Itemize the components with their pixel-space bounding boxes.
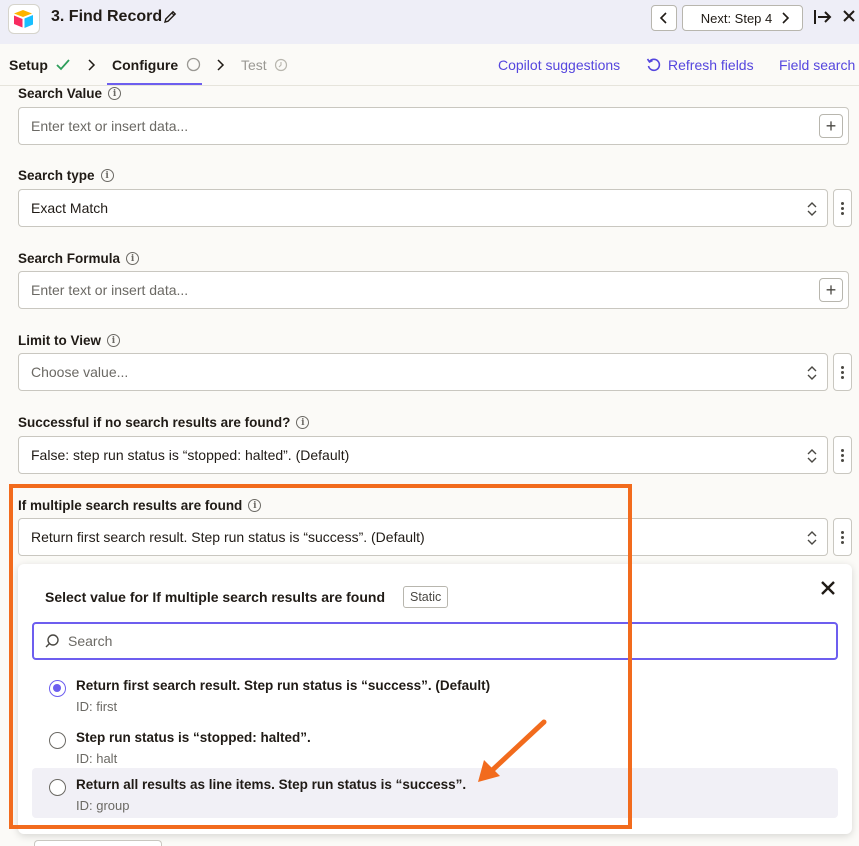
search-icon [45, 634, 59, 648]
search-value-label: Search Value i [18, 86, 122, 101]
insert-data-button[interactable]: + [819, 114, 843, 138]
search-value-placeholder: Enter text or insert data... [31, 118, 189, 134]
previous-step-button[interactable] [651, 5, 677, 31]
successful-if-none-label-text: Successful if no search results are foun… [18, 415, 291, 430]
tab-test-label: Test [241, 57, 267, 73]
option-halt[interactable]: Step run status is “stopped: halted”. ID… [32, 722, 838, 772]
collapse-panel-icon[interactable] [813, 8, 833, 26]
info-icon[interactable]: i [296, 416, 310, 429]
select-arrows-icon [807, 366, 817, 380]
select-arrows-icon [807, 202, 817, 216]
successful-if-none-label: Successful if no search results are foun… [18, 415, 310, 430]
multiple-results-label-text: If multiple search results are found [18, 498, 243, 513]
close-icon[interactable] [820, 580, 836, 596]
step-title: 3. Find Record [51, 8, 163, 25]
search-type-select[interactable]: Exact Match [18, 189, 828, 227]
dropdown-title: Select value for If multiple search resu… [45, 589, 385, 605]
tab-configure[interactable]: Configure [112, 57, 201, 73]
search-formula-label-text: Search Formula [18, 251, 121, 266]
insert-data-button[interactable]: + [819, 278, 843, 302]
search-placeholder: Search [68, 633, 113, 649]
info-icon[interactable]: i [100, 169, 114, 182]
tab-setup-label: Setup [9, 57, 48, 73]
option-id: ID: halt [76, 751, 118, 766]
limit-to-view-label-text: Limit to View [18, 333, 102, 348]
successful-if-none-value: False: step run status is “stopped: halt… [31, 447, 350, 463]
info-icon[interactable]: i [107, 334, 121, 347]
info-icon[interactable]: i [108, 87, 122, 100]
option-label: Return all results as line items. Step r… [76, 777, 467, 792]
clock-icon [274, 58, 287, 72]
more-options-button[interactable] [833, 189, 852, 227]
radio-button[interactable] [49, 779, 66, 796]
search-type-label: Search type i [18, 168, 114, 183]
pencil-icon[interactable] [162, 9, 178, 25]
tab-setup[interactable]: Setup [9, 57, 70, 73]
next-step-button[interactable]: Next: Step 4 [682, 5, 803, 31]
more-options-button[interactable] [833, 436, 852, 474]
chevron-right-icon [88, 59, 96, 71]
step-header: 3. Find Record Next: Step 4 [0, 0, 859, 44]
step-tabs: Setup Configure Test Copilot suggestions… [0, 44, 859, 86]
option-first[interactable]: Return first search result. Step run sta… [32, 670, 838, 720]
copilot-suggestions-link[interactable]: Copilot suggestions [498, 57, 620, 73]
tab-configure-label: Configure [112, 57, 179, 73]
tab-test[interactable]: Test [241, 57, 288, 73]
search-formula-input[interactable]: Enter text or insert data... + [18, 271, 849, 309]
check-icon [56, 59, 70, 71]
dropdown-search-input[interactable]: Search [32, 622, 838, 660]
radio-button[interactable] [49, 732, 66, 749]
value-select-dropdown: Select value for If multiple search resu… [18, 564, 852, 834]
multiple-results-select[interactable]: Return first search result. Step run sta… [18, 518, 828, 556]
more-options-button[interactable] [833, 518, 852, 556]
footer-button-edge [34, 840, 162, 846]
next-step-label: Next: Step 4 [700, 10, 773, 26]
more-options-button[interactable] [833, 353, 852, 391]
chevron-right-icon [217, 59, 225, 71]
search-type-value: Exact Match [31, 200, 109, 216]
select-arrows-icon [807, 531, 817, 545]
refresh-fields-link[interactable]: Refresh fields [668, 57, 754, 73]
search-type-label-text: Search type [18, 168, 95, 183]
option-label: Step run status is “stopped: halted”. [76, 730, 311, 745]
option-group[interactable]: Return all results as line items. Step r… [32, 768, 838, 818]
radio-button[interactable] [49, 680, 66, 697]
search-formula-placeholder: Enter text or insert data... [31, 282, 189, 298]
limit-to-view-label: Limit to View i [18, 333, 121, 348]
refresh-icon[interactable] [646, 57, 662, 73]
limit-to-view-select[interactable]: Choose value... [18, 353, 828, 391]
active-tab-indicator [107, 83, 202, 85]
limit-to-view-placeholder: Choose value... [31, 364, 129, 380]
info-icon[interactable]: i [248, 499, 262, 512]
multiple-results-label: If multiple search results are found i [18, 498, 262, 513]
successful-if-none-select[interactable]: False: step run status is “stopped: halt… [18, 436, 828, 474]
static-badge: Static [403, 586, 449, 608]
search-value-input[interactable]: Enter text or insert data... + [18, 107, 849, 145]
option-id: ID: first [76, 699, 118, 714]
search-value-label-text: Search Value [18, 86, 103, 101]
close-icon[interactable] [842, 9, 856, 23]
search-formula-label: Search Formula i [18, 251, 140, 266]
annotation-arrow-icon [478, 719, 547, 782]
select-arrows-icon [807, 449, 817, 463]
airtable-logo-icon [8, 4, 40, 34]
info-icon[interactable]: i [126, 252, 140, 265]
option-label: Return first search result. Step run sta… [76, 678, 491, 693]
chevron-right-icon [782, 12, 790, 24]
progress-circle-icon [186, 57, 201, 72]
option-id: ID: group [76, 798, 130, 813]
chevron-left-icon [659, 12, 667, 24]
multiple-results-value: Return first search result. Step run sta… [31, 529, 425, 545]
field-search-link[interactable]: Field search [779, 57, 855, 73]
